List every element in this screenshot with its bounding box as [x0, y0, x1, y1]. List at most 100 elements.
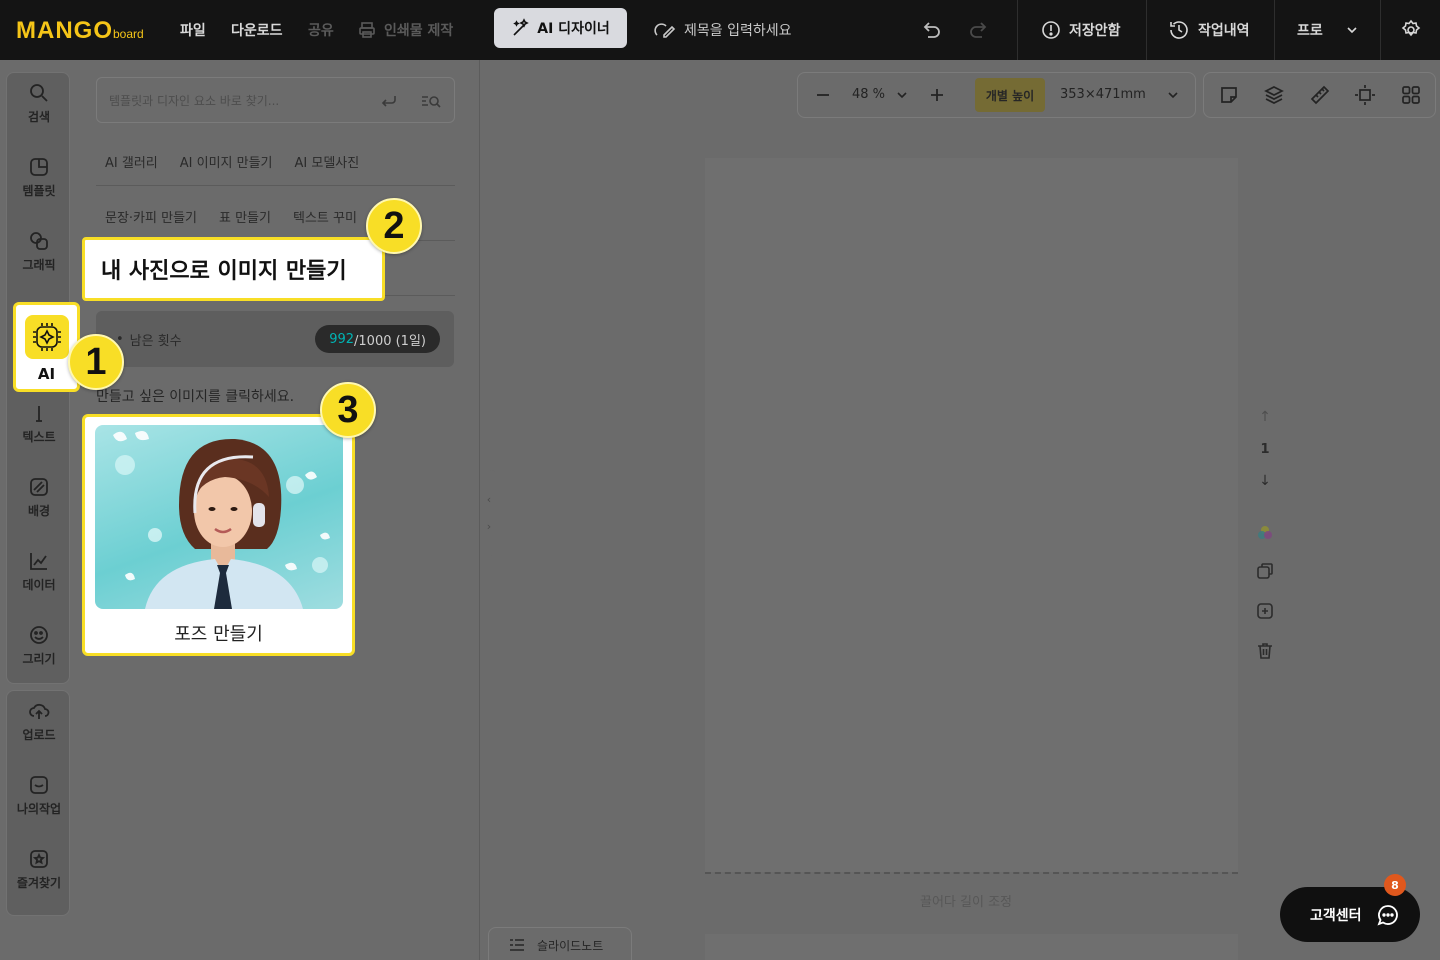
- rail-template[interactable]: 템플릿: [7, 147, 71, 207]
- menu-my-photo-image[interactable]: 내 사진으로 이미지 만들기: [82, 237, 385, 301]
- zoom-out-icon[interactable]: [815, 87, 831, 103]
- menu-ai-gallery[interactable]: AI 갤러리: [105, 152, 158, 171]
- chat-icon: [1376, 904, 1398, 926]
- individual-height-button[interactable]: 개별 높이: [975, 78, 1045, 112]
- trash-icon[interactable]: [1250, 636, 1280, 666]
- menu-print[interactable]: 인쇄물 제작: [358, 0, 453, 60]
- title-placeholder: 제목을 입력하세요: [684, 23, 792, 39]
- rail-background[interactable]: 배경: [7, 467, 71, 527]
- rail-label: 업로드: [22, 727, 56, 742]
- history-icon: [1170, 21, 1188, 39]
- ai-designer-button[interactable]: AI 디자이너: [494, 8, 627, 48]
- settings-button[interactable]: [1400, 0, 1422, 60]
- rail-upload[interactable]: 업로드: [7, 691, 71, 751]
- rail-ai-highlighted[interactable]: AI: [13, 302, 80, 392]
- chevron-down-icon[interactable]: [895, 88, 909, 102]
- menu-share[interactable]: 공유: [308, 0, 334, 60]
- filter-search-icon[interactable]: [420, 92, 442, 110]
- rail-draw[interactable]: 그리기: [7, 615, 71, 675]
- step-3-badge: 3: [320, 382, 376, 438]
- pose-template-card[interactable]: 포즈 만들기: [82, 414, 355, 656]
- history-button[interactable]: 작업내역: [1168, 0, 1250, 60]
- menu-download[interactable]: 다운로드: [231, 0, 283, 60]
- menu-ai-model-photo[interactable]: AI 모델사진: [295, 152, 360, 171]
- rail-favorite[interactable]: 즐겨찾기: [7, 839, 71, 899]
- menu-copy[interactable]: 문장·카피 만들기: [105, 207, 197, 226]
- graphic-icon: [30, 231, 48, 250]
- search-input[interactable]: 템플릿과 디자인 요소 바로 찾기...: [96, 77, 455, 123]
- canvas-page[interactable]: [705, 158, 1238, 872]
- save-status[interactable]: 저장안함: [1041, 0, 1121, 60]
- rail-label: 배경: [27, 503, 51, 518]
- palette-dots: [1258, 526, 1272, 539]
- rail-label: 검색: [27, 109, 51, 124]
- grid-icon[interactable]: [1400, 84, 1422, 106]
- sticker-icon[interactable]: [1218, 84, 1240, 106]
- rail-my-work[interactable]: 나의작업: [7, 765, 71, 825]
- draw-icon: [30, 625, 48, 644]
- title-input[interactable]: 제목을 입력하세요: [654, 0, 792, 60]
- note-list-icon: [510, 939, 524, 951]
- rail-text[interactable]: 텍스트: [7, 393, 71, 453]
- rail-graphic[interactable]: 그래픽: [7, 221, 71, 281]
- page-up-arrow-icon[interactable]: ↑: [1250, 402, 1280, 432]
- menu-print-label: 인쇄물 제작: [384, 23, 454, 39]
- menu-file[interactable]: 파일: [180, 0, 206, 60]
- divider: [1017, 0, 1018, 60]
- rail-label: 나의작업: [16, 801, 62, 816]
- slide-note-label: 슬라이드노트: [537, 938, 604, 953]
- chevron-down-icon[interactable]: [1166, 88, 1180, 102]
- rail-label: 즐겨찾기: [16, 875, 62, 890]
- duplicate-page-icon[interactable]: [1250, 556, 1280, 586]
- redo-icon: [970, 22, 987, 38]
- plan-dropdown[interactable]: 프로: [1297, 0, 1359, 60]
- add-page-icon[interactable]: [1250, 596, 1280, 626]
- zoom-value[interactable]: 48 %: [852, 87, 885, 102]
- page-resize-handle[interactable]: [705, 872, 1238, 880]
- divider: [1380, 0, 1381, 60]
- chevron-left-icon: ‹: [486, 493, 492, 506]
- rail-search[interactable]: 검색: [7, 73, 71, 133]
- ai-designer-label: AI 디자이너: [537, 21, 610, 37]
- instruction-text: 만들고 싶은 이미지를 클릭하세요.: [96, 389, 295, 405]
- menu-table[interactable]: 표 만들기: [219, 207, 271, 226]
- rail-label: 그래픽: [22, 257, 56, 272]
- template-icon: [30, 157, 48, 176]
- ruler-icon[interactable]: [1309, 84, 1331, 106]
- alert-icon: [1042, 21, 1060, 39]
- rail-data[interactable]: 데이터: [7, 541, 71, 601]
- return-icon[interactable]: [380, 92, 398, 110]
- redo-button[interactable]: [968, 0, 990, 60]
- layers-icon[interactable]: [1263, 84, 1285, 106]
- my-work-icon: [30, 775, 48, 794]
- ai-chip-icon: [25, 315, 69, 359]
- save-status-label: 저장안함: [1069, 23, 1121, 39]
- search-placeholder: 템플릿과 디자인 요소 바로 찾기...: [109, 93, 280, 108]
- menu-text-deco[interactable]: 텍스트 꾸미: [293, 207, 357, 226]
- page-down-arrow-icon[interactable]: ↓: [1250, 466, 1280, 496]
- left-rail-bottom: 업로드 나의작업 즐겨찾기: [6, 690, 70, 916]
- plan-label: 프로: [1297, 23, 1323, 39]
- zoom-in-icon[interactable]: [929, 87, 945, 103]
- fit-screen-icon[interactable]: [1354, 84, 1376, 106]
- edit-icon: [654, 23, 676, 38]
- panel-collapse-toggle[interactable]: ‹ ›: [480, 470, 498, 556]
- upload-icon: [29, 703, 50, 719]
- undo-button[interactable]: [920, 0, 942, 60]
- top-bar: MANGOboard 파일 다운로드 공유 인쇄물 제작 AI 디자이너 제목을…: [0, 0, 1440, 60]
- canvas-page-next[interactable]: [705, 934, 1238, 960]
- customer-center-label: 고객센터: [1310, 907, 1362, 924]
- printer-icon: [359, 22, 375, 38]
- resize-hint: 끌어다 길이 조정: [920, 895, 1012, 910]
- customer-center-button[interactable]: 고객센터: [1280, 887, 1420, 942]
- slide-note-button[interactable]: 슬라이드노트: [488, 927, 632, 960]
- logo[interactable]: MANGOboard: [16, 17, 144, 45]
- copy-shape: [1257, 563, 1273, 579]
- remaining-used: 992: [329, 331, 355, 347]
- color-palette-icon[interactable]: [1250, 518, 1280, 548]
- menu-ai-image[interactable]: AI 이미지 만들기: [180, 152, 273, 171]
- rail-label: 템플릿: [22, 183, 56, 198]
- page-size[interactable]: 353×471mm: [1060, 87, 1146, 102]
- page-number: 1: [1260, 441, 1270, 457]
- rail-label: 데이터: [22, 577, 56, 592]
